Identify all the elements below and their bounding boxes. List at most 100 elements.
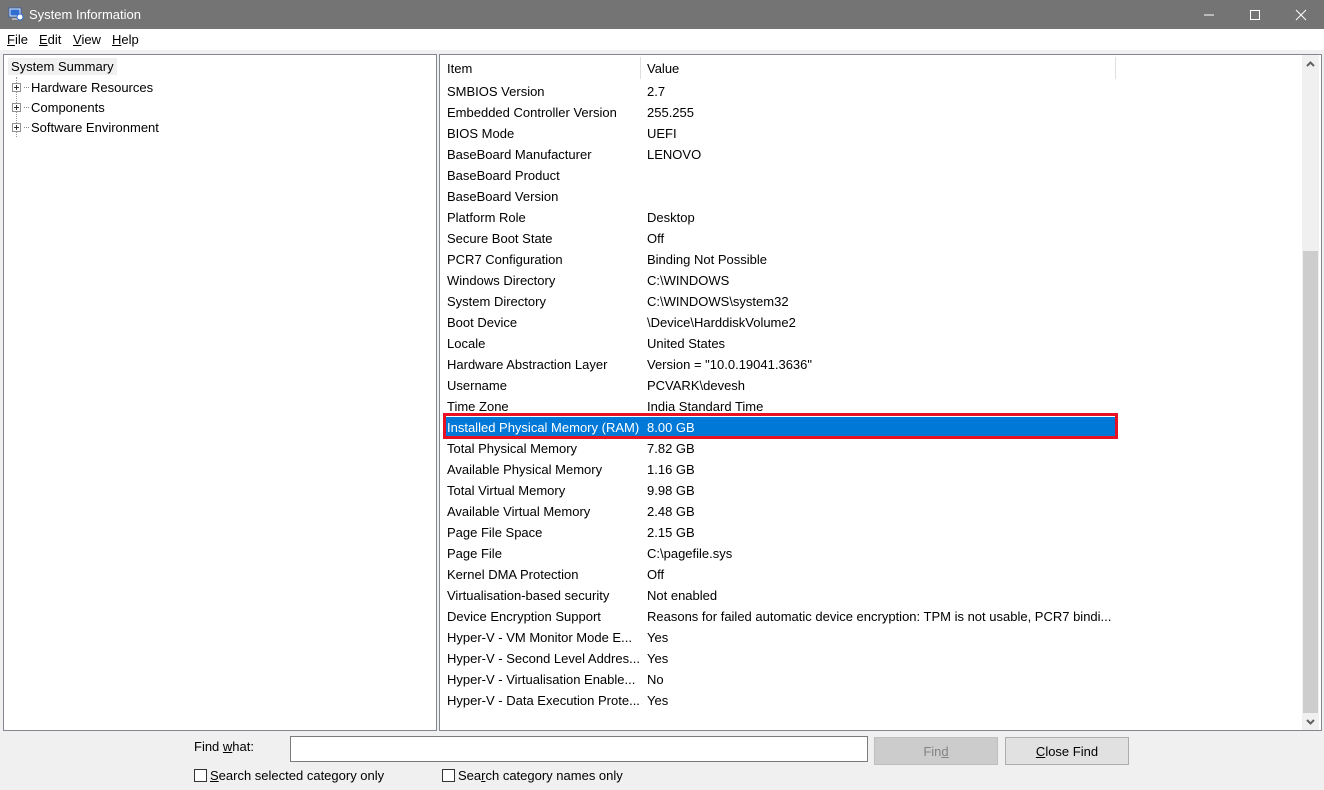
checkbox-box[interactable] bbox=[442, 769, 455, 782]
find-button-text: Fin bbox=[923, 743, 942, 759]
row-item-name: Hyper-V - Data Execution Prote... bbox=[447, 693, 640, 708]
tree-item-components[interactable]: Components bbox=[12, 98, 105, 116]
row-item-value: Not enabled bbox=[647, 588, 718, 603]
table-row[interactable]: Page File Space 2.15 GB bbox=[443, 522, 1115, 543]
table-row[interactable]: Total Virtual Memory 9.98 GB bbox=[443, 480, 1115, 501]
table-row[interactable]: BaseBoard Product bbox=[443, 165, 1115, 186]
row-item-name: Available Physical Memory bbox=[447, 462, 603, 477]
table-row[interactable]: Available Physical Memory 1.16 GB bbox=[443, 459, 1115, 480]
row-item-name: Page File Space bbox=[447, 525, 543, 540]
table-row[interactable]: Hyper-V - Data Execution Prote... Yes bbox=[443, 690, 1115, 711]
search-category-names-checkbox[interactable]: Sea r ch category names only bbox=[442, 768, 623, 783]
table-row[interactable]: BIOS Mode UEFI bbox=[443, 123, 1115, 144]
row-item-value: C:\WINDOWS\system32 bbox=[647, 294, 789, 309]
tree-item-label: Software Environment bbox=[31, 119, 159, 135]
row-item-name: Boot Device bbox=[447, 315, 518, 330]
table-row[interactable]: Device Encryption Support Reasons for fai… bbox=[443, 606, 1115, 627]
row-item-value: United States bbox=[647, 336, 726, 351]
table-row[interactable]: Hyper-V - Virtualisation Enable... No bbox=[443, 669, 1115, 690]
chevron-down-icon bbox=[1306, 718, 1315, 725]
row-item-name: System Directory bbox=[447, 294, 546, 309]
row-item-name: Page File bbox=[447, 546, 502, 561]
expand-icon[interactable] bbox=[12, 82, 21, 92]
menu-file-label: ile bbox=[14, 32, 28, 47]
chevron-up-icon bbox=[1306, 60, 1315, 67]
table-row[interactable]: Page File C:\pagefile.sys bbox=[443, 543, 1115, 564]
scroll-up-button[interactable] bbox=[1302, 55, 1319, 72]
find-button-mnemonic: d bbox=[941, 743, 949, 759]
find-label-text: hat: bbox=[232, 739, 254, 754]
close-button[interactable] bbox=[1278, 0, 1324, 29]
row-item-value: 9.98 GB bbox=[647, 483, 695, 498]
maximize-button[interactable] bbox=[1232, 0, 1278, 29]
row-item-value: Yes bbox=[647, 693, 669, 708]
row-item-name: BaseBoard Version bbox=[447, 189, 559, 204]
column-header-item[interactable]: Item bbox=[447, 61, 472, 76]
find-button[interactable]: Fin d bbox=[874, 737, 998, 765]
table-row[interactable]: SMBIOS Version 2.7 bbox=[443, 81, 1115, 102]
menu-edit[interactable]: Edit bbox=[39, 32, 61, 47]
row-item-value: 8.00 GB bbox=[647, 420, 695, 435]
row-item-name: Device Encryption Support bbox=[447, 609, 601, 624]
table-row[interactable]: BaseBoard Version bbox=[443, 186, 1115, 207]
table-row[interactable]: Virtualisation-based security Not enabled bbox=[443, 585, 1115, 606]
tree-connector bbox=[24, 106, 29, 108]
table-row[interactable]: Time Zone India Standard Time bbox=[443, 396, 1115, 417]
expand-icon[interactable] bbox=[12, 102, 21, 112]
table-row[interactable]: Hyper-V - Second Level Addres... Yes bbox=[443, 648, 1115, 669]
tree-item-software-environment[interactable]: Software Environment bbox=[12, 118, 159, 136]
close-find-text: lose Find bbox=[1045, 743, 1099, 759]
minimize-button[interactable] bbox=[1186, 0, 1232, 29]
table-row[interactable]: Hyper-V - VM Monitor Mode E... Yes bbox=[443, 627, 1115, 648]
table-row[interactable]: Embedded Controller Version 255.255 bbox=[443, 102, 1115, 123]
row-item-name: Kernel DMA Protection bbox=[447, 567, 579, 582]
table-row[interactable]: Installed Physical Memory (RAM) 8.00 GB bbox=[443, 417, 1115, 438]
scroll-thumb[interactable] bbox=[1303, 251, 1318, 713]
column-separator[interactable] bbox=[640, 57, 641, 79]
row-item-value: LENOVO bbox=[647, 147, 702, 162]
menu-file[interactable]: File bbox=[7, 32, 28, 47]
table-row[interactable]: Total Physical Memory 7.82 GB bbox=[443, 438, 1115, 459]
column-header-value[interactable]: Value bbox=[647, 61, 679, 76]
table-row[interactable]: Windows Directory C:\WINDOWS bbox=[443, 270, 1115, 291]
tree-item-system-summary[interactable]: System Summary bbox=[8, 58, 117, 75]
vertical-scrollbar[interactable] bbox=[1302, 55, 1319, 730]
row-item-value: Desktop bbox=[647, 210, 695, 225]
menu-help-mnemonic: H bbox=[112, 32, 122, 47]
find-what-input[interactable] bbox=[290, 736, 868, 762]
menu-view[interactable]: View bbox=[73, 32, 101, 47]
table-row[interactable]: PCR7 Configuration Binding Not Possible bbox=[443, 249, 1115, 270]
menu-help[interactable]: Help bbox=[112, 32, 139, 47]
table-row[interactable]: Platform Role Desktop bbox=[443, 207, 1115, 228]
table-row[interactable]: Available Virtual Memory 2.48 GB bbox=[443, 501, 1115, 522]
row-item-value: 2.15 GB bbox=[647, 525, 695, 540]
row-item-value: Version = "10.0.19041.3636" bbox=[647, 357, 813, 372]
details-list[interactable]: Item Value SMBIOS Version 2.7 Embedded Con… bbox=[439, 54, 1322, 731]
menu-bar: File Edit View Help bbox=[0, 29, 1324, 50]
table-row[interactable]: BaseBoard Manufacturer LENOVO bbox=[443, 144, 1115, 165]
table-row[interactable]: Locale United States bbox=[443, 333, 1115, 354]
expand-icon[interactable] bbox=[12, 122, 21, 132]
row-item-name: Hardware Abstraction Layer bbox=[447, 357, 608, 372]
close-find-mnemonic: C bbox=[1035, 743, 1046, 759]
row-item-name: Locale bbox=[447, 336, 486, 351]
find-label-text: Find bbox=[194, 739, 223, 754]
table-row[interactable]: Kernel DMA Protection Off bbox=[443, 564, 1115, 585]
category-tree[interactable]: System Summary Hardware Resources Compon… bbox=[3, 54, 437, 731]
tree-item-hardware-resources[interactable]: Hardware Resources bbox=[12, 78, 153, 96]
close-icon bbox=[1295, 9, 1307, 20]
row-item-name: BaseBoard Manufacturer bbox=[447, 147, 592, 162]
table-row[interactable]: Boot Device \Device\HarddiskVolume2 bbox=[443, 312, 1115, 333]
row-item-value: C:\pagefile.sys bbox=[647, 546, 733, 561]
checkbox-box[interactable] bbox=[194, 769, 207, 782]
table-row[interactable]: Secure Boot State Off bbox=[443, 228, 1115, 249]
table-row[interactable]: System Directory C:\WINDOWS\system32 bbox=[443, 291, 1115, 312]
search-selected-category-checkbox[interactable]: Search selected category only bbox=[194, 768, 384, 783]
row-item-name: SMBIOS Version bbox=[447, 84, 545, 99]
column-separator[interactable] bbox=[1115, 57, 1116, 79]
table-row[interactable]: Hardware Abstraction Layer Version = "10.… bbox=[443, 354, 1115, 375]
scroll-down-button[interactable] bbox=[1302, 713, 1319, 730]
table-row[interactable]: Username PCVARK\devesh bbox=[443, 375, 1115, 396]
close-find-button[interactable]: Close Find bbox=[1005, 737, 1129, 765]
row-item-value: Yes bbox=[647, 651, 669, 666]
